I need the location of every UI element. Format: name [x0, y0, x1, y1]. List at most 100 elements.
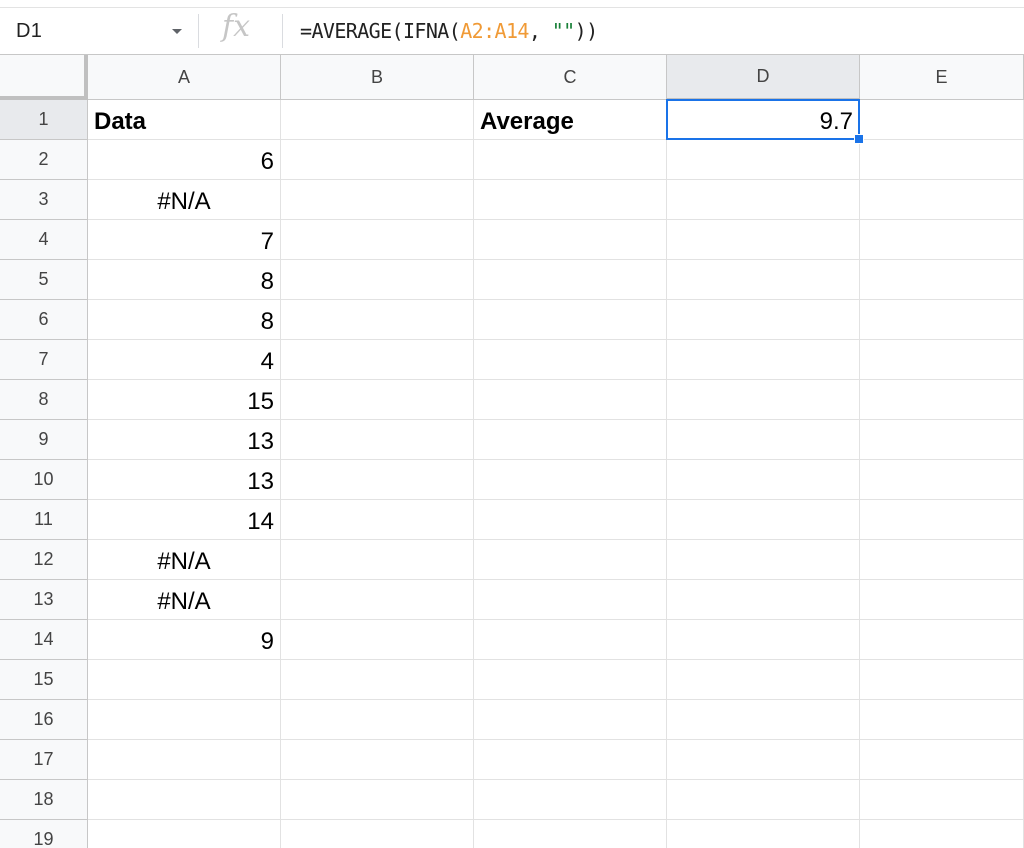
column-header-a[interactable]: A: [88, 55, 281, 100]
row-header-3[interactable]: 3: [0, 180, 88, 220]
cell-b2[interactable]: [281, 140, 474, 180]
cell-e16[interactable]: [860, 700, 1024, 740]
cell-d13[interactable]: [667, 580, 860, 620]
cell-a7[interactable]: 4: [88, 340, 281, 380]
cell-e1[interactable]: [860, 100, 1024, 140]
cell-d10[interactable]: [667, 460, 860, 500]
cell-b5[interactable]: [281, 260, 474, 300]
cell-e7[interactable]: [860, 340, 1024, 380]
cell-c2[interactable]: [474, 140, 667, 180]
row-header-6[interactable]: 6: [0, 300, 88, 340]
cell-c3[interactable]: [474, 180, 667, 220]
cell-b4[interactable]: [281, 220, 474, 260]
cell-d16[interactable]: [667, 700, 860, 740]
cell-e11[interactable]: [860, 500, 1024, 540]
row-header-10[interactable]: 10: [0, 460, 88, 500]
cell-a15[interactable]: [88, 660, 281, 700]
cell-d2[interactable]: [667, 140, 860, 180]
cell-b7[interactable]: [281, 340, 474, 380]
cell-a1[interactable]: Data: [88, 100, 281, 140]
cell-d14[interactable]: [667, 620, 860, 660]
cell-c16[interactable]: [474, 700, 667, 740]
column-header-d[interactable]: D: [667, 55, 860, 100]
cell-b9[interactable]: [281, 420, 474, 460]
cell-b10[interactable]: [281, 460, 474, 500]
cell-a4[interactable]: 7: [88, 220, 281, 260]
cell-a9[interactable]: 13: [88, 420, 281, 460]
cell-b6[interactable]: [281, 300, 474, 340]
select-all-corner[interactable]: [0, 55, 88, 100]
cell-c17[interactable]: [474, 740, 667, 780]
cell-e17[interactable]: [860, 740, 1024, 780]
cell-c11[interactable]: [474, 500, 667, 540]
column-header-c[interactable]: C: [474, 55, 667, 100]
cell-b19[interactable]: [281, 820, 474, 848]
cell-e4[interactable]: [860, 220, 1024, 260]
cell-d19[interactable]: [667, 820, 860, 848]
cell-c7[interactable]: [474, 340, 667, 380]
cell-e18[interactable]: [860, 780, 1024, 820]
cell-a19[interactable]: [88, 820, 281, 848]
row-header-14[interactable]: 14: [0, 620, 88, 660]
row-header-19[interactable]: 19: [0, 820, 88, 848]
row-header-18[interactable]: 18: [0, 780, 88, 820]
cell-c8[interactable]: [474, 380, 667, 420]
cell-b3[interactable]: [281, 180, 474, 220]
cell-c13[interactable]: [474, 580, 667, 620]
cell-c19[interactable]: [474, 820, 667, 848]
cell-a8[interactable]: 15: [88, 380, 281, 420]
row-header-13[interactable]: 13: [0, 580, 88, 620]
row-header-8[interactable]: 8: [0, 380, 88, 420]
cell-d17[interactable]: [667, 740, 860, 780]
cell-a13[interactable]: #N/A: [88, 580, 281, 620]
cell-c10[interactable]: [474, 460, 667, 500]
row-header-2[interactable]: 2: [0, 140, 88, 180]
cell-c15[interactable]: [474, 660, 667, 700]
cell-d11[interactable]: [667, 500, 860, 540]
cell-d4[interactable]: [667, 220, 860, 260]
cell-a12[interactable]: #N/A: [88, 540, 281, 580]
cell-c12[interactable]: [474, 540, 667, 580]
cell-a14[interactable]: 9: [88, 620, 281, 660]
cell-d15[interactable]: [667, 660, 860, 700]
cell-b14[interactable]: [281, 620, 474, 660]
row-header-12[interactable]: 12: [0, 540, 88, 580]
cell-b16[interactable]: [281, 700, 474, 740]
cell-b18[interactable]: [281, 780, 474, 820]
cell-d9[interactable]: [667, 420, 860, 460]
cell-c9[interactable]: [474, 420, 667, 460]
cell-c1[interactable]: Average: [474, 100, 667, 140]
row-header-15[interactable]: 15: [0, 660, 88, 700]
fill-handle[interactable]: [854, 134, 864, 144]
column-header-b[interactable]: B: [281, 55, 474, 100]
row-header-7[interactable]: 7: [0, 340, 88, 380]
cell-e13[interactable]: [860, 580, 1024, 620]
cell-a11[interactable]: 14: [88, 500, 281, 540]
cell-c14[interactable]: [474, 620, 667, 660]
cell-c5[interactable]: [474, 260, 667, 300]
row-header-4[interactable]: 4: [0, 220, 88, 260]
cell-a17[interactable]: [88, 740, 281, 780]
cell-c6[interactable]: [474, 300, 667, 340]
cell-e10[interactable]: [860, 460, 1024, 500]
row-header-1[interactable]: 1: [0, 100, 88, 140]
cell-d1[interactable]: 9.7: [667, 100, 860, 140]
cell-e12[interactable]: [860, 540, 1024, 580]
cell-d3[interactable]: [667, 180, 860, 220]
cell-b15[interactable]: [281, 660, 474, 700]
cell-a2[interactable]: 6: [88, 140, 281, 180]
row-header-5[interactable]: 5: [0, 260, 88, 300]
column-header-e[interactable]: E: [860, 55, 1024, 100]
cell-a3[interactable]: #N/A: [88, 180, 281, 220]
row-header-9[interactable]: 9: [0, 420, 88, 460]
formula-input[interactable]: =AVERAGE(IFNA(A2:A14, "")): [300, 19, 598, 43]
cell-e9[interactable]: [860, 420, 1024, 460]
cell-b1[interactable]: [281, 100, 474, 140]
cell-b8[interactable]: [281, 380, 474, 420]
cell-e3[interactable]: [860, 180, 1024, 220]
cell-a18[interactable]: [88, 780, 281, 820]
cell-e5[interactable]: [860, 260, 1024, 300]
cell-e8[interactable]: [860, 380, 1024, 420]
cell-b12[interactable]: [281, 540, 474, 580]
cell-a10[interactable]: 13: [88, 460, 281, 500]
